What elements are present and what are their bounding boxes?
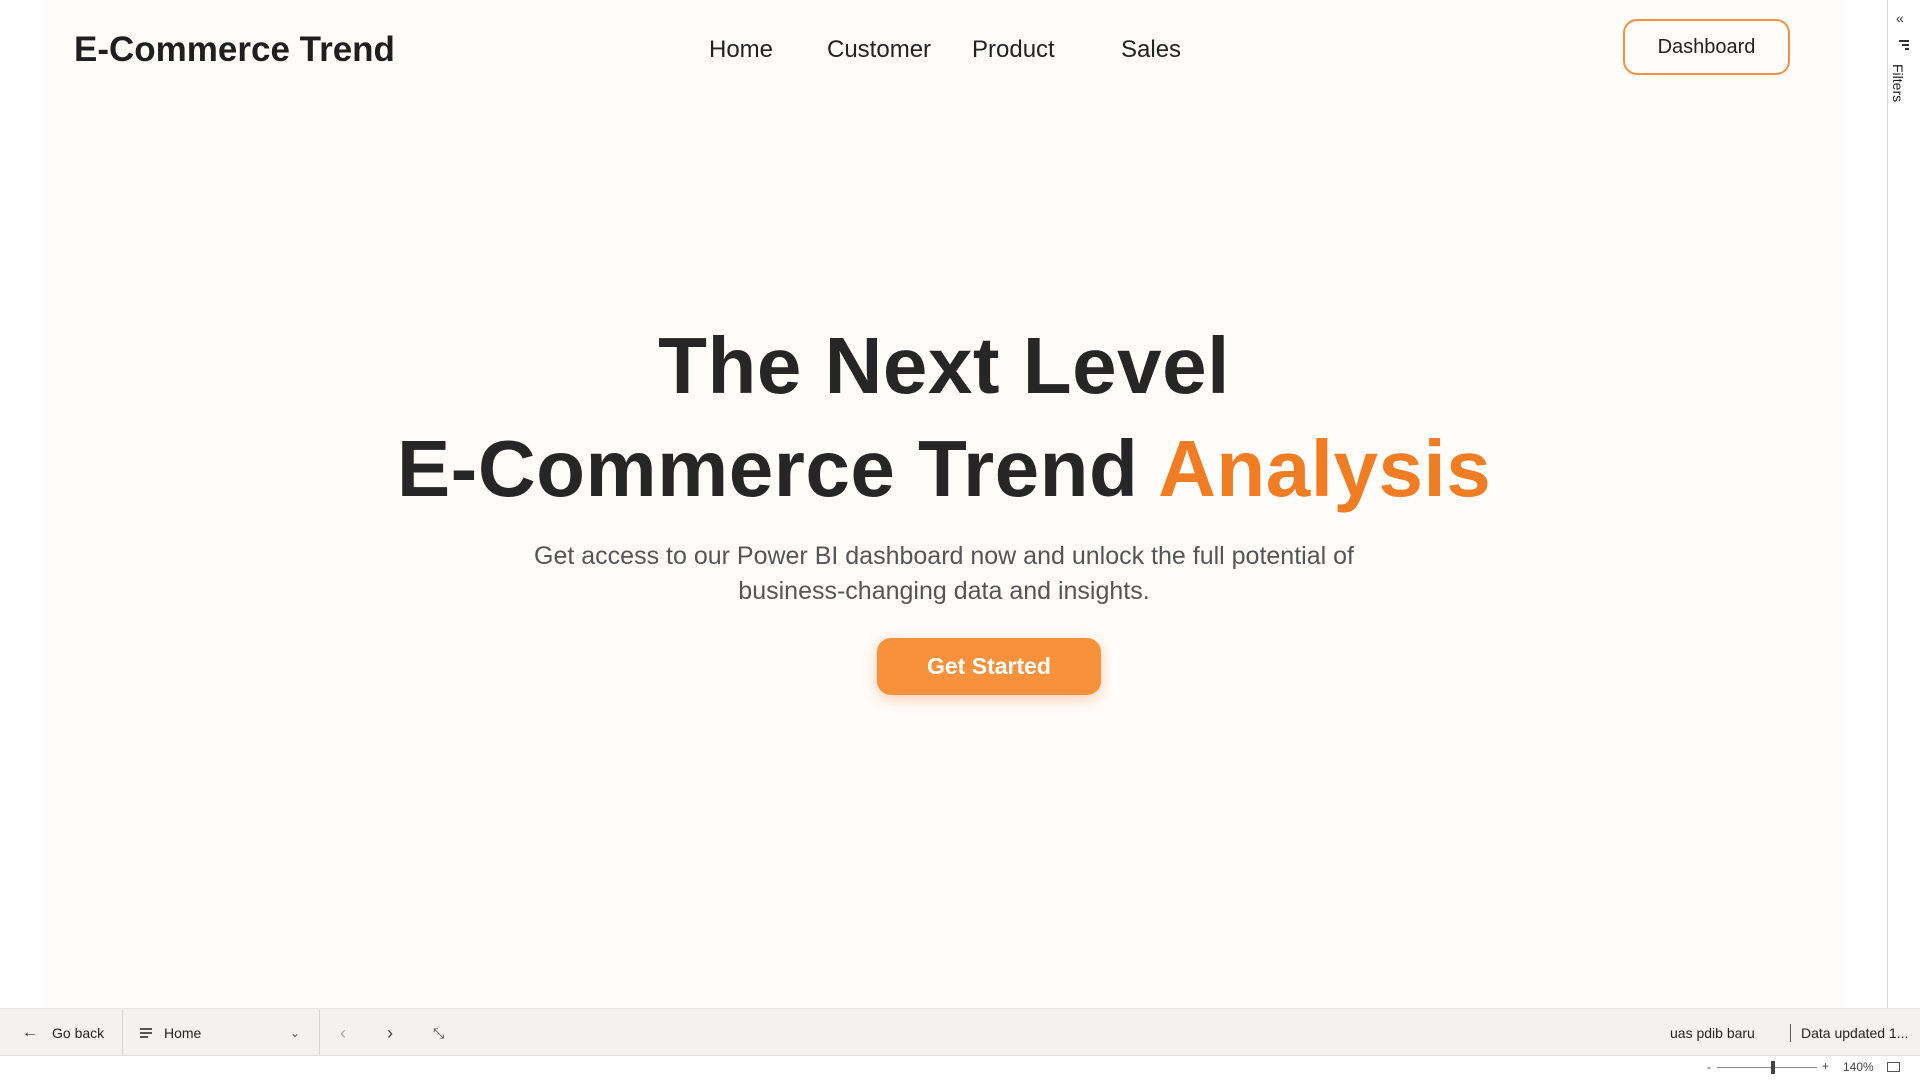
powerbi-report-view: E-Commerce Trend Home Customer Product S… xyxy=(0,0,1920,1080)
data-updated-status: Data updated 1... xyxy=(1790,1024,1908,1042)
divider xyxy=(122,1009,123,1057)
nav-sales[interactable]: Sales xyxy=(1121,36,1181,64)
zoom-in-button[interactable]: + xyxy=(1822,1059,1829,1073)
zoom-out-button[interactable]: - xyxy=(1707,1060,1711,1074)
page-selector[interactable]: Home ⌄ xyxy=(140,1009,300,1057)
hero-subtitle-line1: Get access to our Power BI dashboard now… xyxy=(534,542,1354,570)
report-name: uas pdib baru xyxy=(1670,1025,1755,1041)
filters-label[interactable]: Filters xyxy=(1890,64,1906,102)
zoom-slider-track[interactable] xyxy=(1717,1067,1817,1068)
collapse-icon[interactable]: ⤡ xyxy=(433,1009,444,1057)
previous-page-button[interactable]: ‹ xyxy=(340,1009,346,1057)
get-started-button[interactable]: Get Started xyxy=(877,638,1101,695)
bottom-navigation-bar: ← Go back Home ⌄ ‹ › ⤡ uas pdib baru Dat… xyxy=(0,1008,1920,1057)
next-page-button[interactable]: › xyxy=(387,1009,393,1057)
hero-title-main: E-Commerce Trend xyxy=(396,424,1159,513)
filters-pane-collapsed[interactable]: « Filters xyxy=(1887,0,1920,1008)
chevron-down-icon: ⌄ xyxy=(289,1026,300,1040)
fit-to-page-icon[interactable] xyxy=(1887,1062,1900,1072)
filter-icon[interactable] xyxy=(1899,40,1909,50)
report-canvas: E-Commerce Trend Home Customer Product S… xyxy=(47,0,1841,1008)
nav-home[interactable]: Home xyxy=(709,36,773,64)
zoom-slider-thumb[interactable] xyxy=(1771,1061,1775,1074)
hero-subtitle-line2: business-changing data and insights. xyxy=(738,577,1150,605)
divider xyxy=(319,1009,320,1057)
dashboard-button[interactable]: Dashboard xyxy=(1623,19,1790,75)
arrow-left-icon: ← xyxy=(22,1024,38,1041)
nav-product[interactable]: Product xyxy=(972,36,1055,64)
zoom-percent: 140% xyxy=(1843,1060,1874,1074)
hero-title-line2: E-Commerce Trend Analysis xyxy=(47,423,1841,515)
page-selector-label: Home xyxy=(164,1025,202,1041)
hero-title-line1: The Next Level xyxy=(658,321,1230,410)
chevron-double-left-icon[interactable]: « xyxy=(1896,10,1904,26)
go-back-label: Go back xyxy=(52,1025,105,1041)
go-back-button[interactable]: ← Go back xyxy=(22,1009,104,1057)
brand-title: E-Commerce Trend xyxy=(74,30,395,69)
zoom-bar: - + 140% xyxy=(0,1056,1920,1080)
hero-title-accent: Analysis xyxy=(1158,424,1492,513)
list-icon xyxy=(140,1028,152,1038)
nav-customer[interactable]: Customer xyxy=(827,36,931,64)
